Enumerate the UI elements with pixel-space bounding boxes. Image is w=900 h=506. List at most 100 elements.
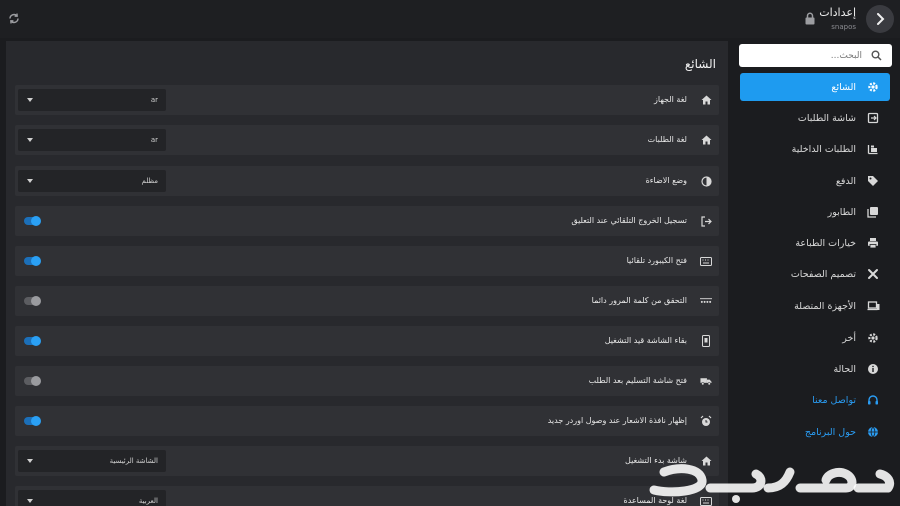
setting-label: التحقق من كلمة المرور دائما — [591, 296, 687, 305]
toggle-knob — [31, 336, 41, 346]
sidebar-item-label: الأجهزة المتصلة — [794, 300, 856, 312]
select-value: العربية — [138, 497, 158, 505]
sidebar-item-about[interactable]: حول البرنامج — [740, 418, 890, 446]
caret-down-icon — [27, 459, 33, 463]
sidebar-item-status[interactable]: الحالة — [740, 355, 890, 383]
logout-icon — [700, 215, 712, 227]
startup-screen-select[interactable]: الشاشة الرئيسية — [18, 450, 166, 472]
setting-label: فتح الكيبورد تلقائيا — [626, 256, 687, 265]
setting-row-startup-screen: شاشة بدء التشغيل الشاشة الرئيسية — [15, 446, 719, 476]
setting-row-auto-keyboard: فتح الكيبورد تلقائيا — [15, 246, 719, 276]
delivery-screen-toggle[interactable] — [24, 376, 41, 386]
sidebar-item-internal-orders[interactable]: الطلبات الداخلية — [740, 135, 890, 163]
toggle-knob — [31, 216, 41, 226]
sidebar-item-label: الشائع — [831, 81, 856, 93]
home-icon — [700, 134, 712, 146]
settings-panel: الشائع لغة الجهاز ar لغة الطلبات ar وضع … — [6, 41, 728, 506]
alarm-icon — [700, 415, 712, 427]
sidebar-item-contact-us[interactable]: تواصل معنا — [740, 386, 890, 414]
window-subtitle: snapos — [831, 23, 856, 31]
sidebar-item-label: تصميم الصفحات — [790, 268, 856, 280]
select-value: الشاشة الرئيسية — [109, 457, 158, 465]
globe-icon — [866, 425, 880, 439]
keyboard-icon — [700, 255, 712, 267]
orders-language-select[interactable]: ar — [18, 129, 166, 151]
setting-row-delivery-screen: فتح شاشة التسليم بعد الطلب — [15, 366, 719, 396]
sidebar-item-label: تواصل معنا — [812, 394, 856, 406]
setting-label: بقاء الشاشة قيد التشغيل — [604, 336, 687, 345]
gear-icon — [866, 80, 880, 94]
password-icon — [700, 295, 712, 307]
sidebar-item-connected-devices[interactable]: الأجهزة المتصلة — [740, 292, 890, 320]
refresh-icon[interactable] — [8, 12, 20, 25]
sidebar-item-label: الطابور — [827, 206, 856, 218]
keep-screen-on-toggle[interactable] — [24, 336, 41, 346]
sidebar-item-payment[interactable]: الدفع — [740, 167, 890, 195]
title-bar: إعدادات snapos — [0, 0, 900, 38]
setting-label: إظهار نافذة الاشعار عند وصول اوردر جديد — [547, 416, 687, 425]
headset-icon — [866, 393, 880, 407]
lighting-mode-select[interactable]: مظلم — [18, 170, 166, 192]
help-panel-language-select[interactable]: العربية — [18, 490, 166, 506]
sidebar-item-label: الحالة — [833, 363, 856, 375]
setting-label: وضع الاضاءة — [645, 176, 687, 185]
verify-password-toggle[interactable] — [24, 296, 41, 306]
new-order-notification-toggle[interactable] — [24, 416, 41, 426]
setting-row-verify-password: التحقق من كلمة المرور دائما — [15, 286, 719, 316]
setting-row-device-language: لغة الجهاز ar — [15, 85, 719, 115]
window-title: إعدادات — [819, 6, 856, 19]
setting-row-new-order-notification: إظهار نافذة الاشعار عند وصول اوردر جديد — [15, 406, 719, 436]
devices-icon — [866, 299, 880, 313]
sidebar: الشائع شاشة الطلبات الطلبات الداخلية الد… — [733, 38, 900, 506]
toggle-knob — [31, 376, 41, 386]
sidebar-item-other[interactable]: أخر — [740, 324, 890, 352]
app-title: إعدادات snapos — [819, 6, 856, 31]
tag-icon — [866, 174, 880, 188]
search-box — [739, 44, 892, 67]
delivery-icon — [700, 375, 712, 387]
setting-row-lighting-mode: وضع الاضاءة مظلم — [15, 166, 719, 196]
sidebar-item-label: الدفع — [835, 175, 856, 187]
auto-keyboard-toggle[interactable] — [24, 256, 41, 266]
device-language-select[interactable]: ar — [18, 89, 166, 111]
sidebar-item-page-design[interactable]: تصميم الصفحات — [740, 260, 890, 288]
toggle-knob — [31, 296, 41, 306]
select-value: ar — [150, 136, 158, 144]
sidebar-item-queue[interactable]: الطابور — [740, 198, 890, 226]
contrast-icon — [700, 175, 712, 187]
sidebar-item-print-options[interactable]: خيارات الطباعة — [740, 229, 890, 257]
setting-row-keep-screen-on: بقاء الشاشة قيد التشغيل — [15, 326, 719, 356]
sidebar-item-orders-screen[interactable]: شاشة الطلبات — [740, 104, 890, 132]
sidebar-item-general[interactable]: الشائع — [740, 73, 890, 101]
setting-row-orders-language: لغة الطلبات ar — [15, 125, 719, 155]
select-value: ar — [150, 96, 158, 104]
queue-icon — [866, 205, 880, 219]
phone-icon — [700, 335, 712, 347]
order-screen-icon — [866, 111, 880, 125]
chevron-right-icon — [875, 13, 885, 25]
setting-row-auto-logout: تسجيل الخروج التلقائي عند التعليق — [15, 206, 719, 236]
info-icon — [866, 362, 880, 376]
home-icon — [700, 94, 712, 106]
caret-down-icon — [27, 138, 33, 142]
setting-label: تسجيل الخروج التلقائي عند التعليق — [571, 216, 687, 225]
setting-label: لغة الطلبات — [647, 135, 687, 144]
internal-orders-icon — [866, 142, 880, 156]
design-tools-icon — [866, 267, 880, 281]
watermark-logo — [640, 452, 898, 504]
sidebar-item-label: الطلبات الداخلية — [791, 143, 856, 155]
back-button[interactable] — [866, 5, 894, 33]
caret-down-icon — [27, 499, 33, 503]
page-title: الشائع — [684, 57, 716, 71]
setting-row-help-panel-language: لغة لوحة المساعدة العربية — [15, 486, 719, 506]
search-input[interactable] — [739, 44, 892, 67]
sidebar-item-label: حول البرنامج — [804, 426, 856, 438]
lock-icon[interactable] — [804, 12, 816, 25]
printer-icon — [866, 236, 880, 250]
gear-icon — [866, 331, 880, 345]
sidebar-item-label: أخر — [842, 332, 856, 344]
toggle-knob — [31, 416, 41, 426]
auto-logout-toggle[interactable] — [24, 216, 41, 226]
toggle-knob — [31, 256, 41, 266]
search-icon — [871, 50, 882, 61]
